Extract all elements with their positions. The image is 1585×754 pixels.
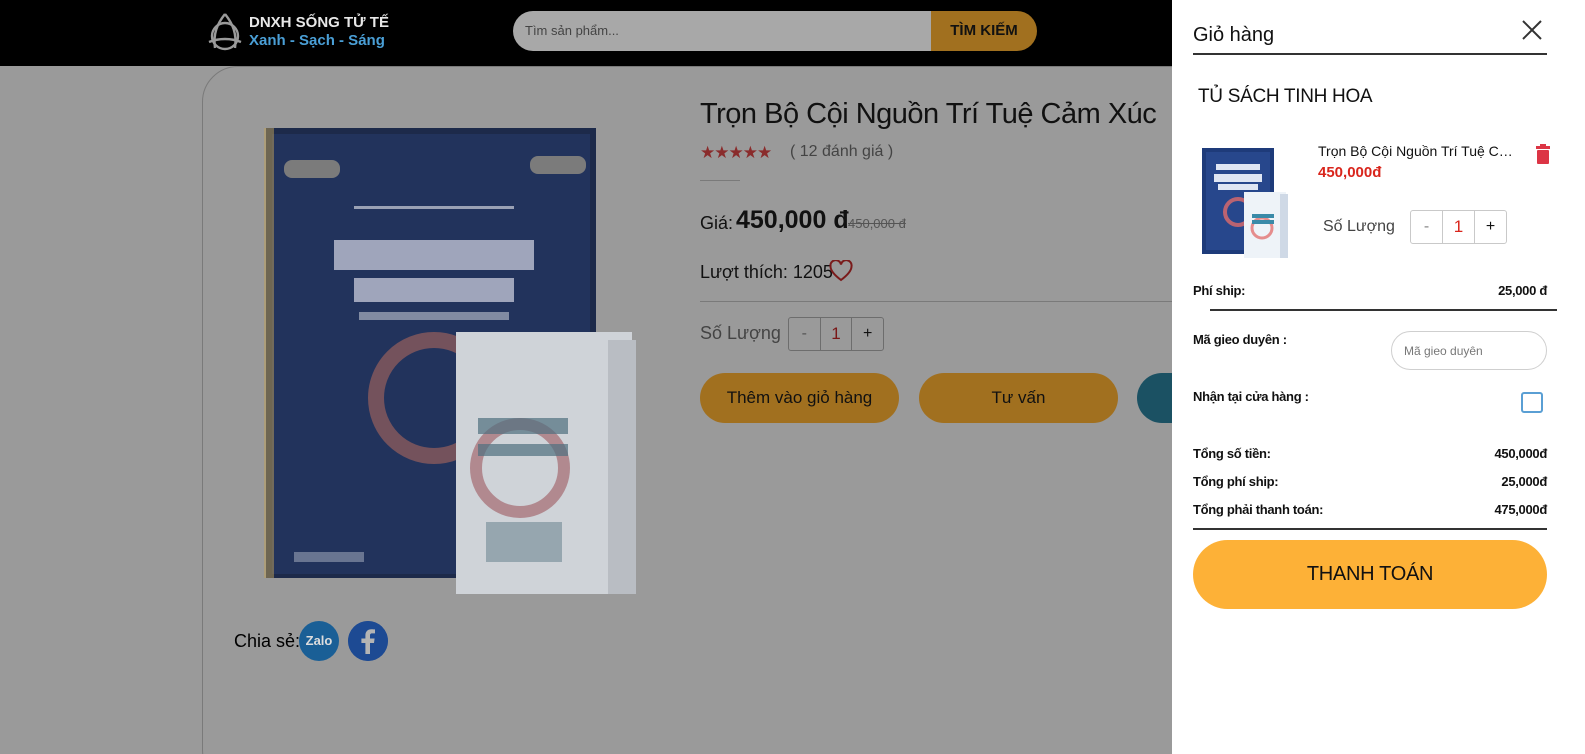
cart-item-price: 450,000đ (1318, 164, 1382, 181)
grand-total-label: Tổng phải thanh toán: (1193, 502, 1324, 517)
grand-total-value: 475,000đ (1494, 502, 1547, 517)
divider (1210, 309, 1557, 311)
cart-quantity-value[interactable]: 1 (1442, 211, 1475, 243)
subtotal-value: 450,000đ (1494, 446, 1547, 461)
coupon-label: Mã gieo duyên : (1193, 332, 1287, 347)
close-icon[interactable] (1520, 18, 1544, 42)
divider (700, 180, 740, 181)
increase-qty-button[interactable]: + (852, 318, 883, 350)
search-input[interactable]: Tìm sản phẩm... (513, 11, 931, 51)
divider (1193, 528, 1547, 530)
trash-icon[interactable] (1535, 144, 1551, 164)
price-label: Giá: (700, 213, 734, 233)
quantity-stepper: - 1 + (788, 317, 884, 351)
divider (700, 301, 1180, 302)
decrease-qty-button[interactable]: - (789, 318, 820, 350)
cart-decrease-qty-button[interactable]: - (1411, 211, 1442, 243)
cart-title: Giỏ hàng (1193, 24, 1275, 46)
share-label: Chia sẻ: (234, 631, 301, 651)
total-shipping-label: Tổng phí ship: (1193, 474, 1279, 489)
pickup-checkbox[interactable] (1521, 392, 1543, 413)
like-count: Lượt thích: 1205 (700, 262, 833, 282)
subtotal-label: Tổng số tiền: (1193, 446, 1271, 461)
heart-icon[interactable] (829, 260, 853, 282)
shipping-value: 25,000 đ (1498, 283, 1547, 298)
logo-title: DNXH SỐNG TỬ TẾ (249, 14, 389, 31)
coupon-input[interactable]: Mã gieo duyên (1391, 331, 1547, 370)
checkout-button[interactable]: THANH TOÁN (1193, 540, 1547, 609)
cart-drawer: Giỏ hàng TỦ SÁCH TINH HOA Trọn Bộ Cội Ng… (1172, 0, 1585, 754)
total-shipping-value: 25,000đ (1501, 474, 1547, 489)
divider (1193, 53, 1547, 55)
logo-knot-icon (208, 13, 242, 51)
quantity-value[interactable]: 1 (819, 318, 853, 350)
pickup-label: Nhận tại cửa hàng : (1193, 389, 1309, 404)
quantity-label: Số Lượng (700, 323, 781, 343)
search-button[interactable]: TÌM KIẾM (931, 11, 1037, 51)
product-old-price: 450,000 đ (848, 216, 906, 231)
product-image[interactable] (264, 118, 644, 602)
cart-quantity-label: Số Lượng (1323, 218, 1395, 235)
store-name: TỦ SÁCH TINH HOA (1198, 86, 1373, 107)
review-count[interactable]: ( 12 đánh giá ) (790, 143, 893, 161)
logo-slogan: Xanh - Sạch - Sáng (249, 32, 385, 49)
site-logo[interactable]: DNXH SỐNG TỬ TẾ Xanh - Sạch - Sáng (203, 10, 403, 54)
cart-increase-qty-button[interactable]: + (1475, 211, 1506, 243)
product-price: 450,000 đ (736, 206, 849, 234)
rating-stars: ★★★★★ (700, 143, 772, 162)
facebook-share-icon[interactable] (348, 621, 388, 661)
cart-item-image (1202, 148, 1288, 258)
shipping-label: Phí ship: (1193, 283, 1246, 298)
consult-button[interactable]: Tư vấn (919, 373, 1118, 423)
zalo-share-icon[interactable]: Zalo (299, 621, 339, 661)
add-to-cart-button[interactable]: Thêm vào giỏ hàng (700, 373, 899, 423)
cart-item-name[interactable]: Trọn Bộ Cội Nguồn Trí Tuệ Cảm Xúc (1318, 143, 1518, 159)
product-title: Trọn Bộ Cội Nguồn Trí Tuệ Cảm Xúc (700, 98, 1157, 130)
cart-quantity-stepper: - 1 + (1410, 210, 1507, 244)
